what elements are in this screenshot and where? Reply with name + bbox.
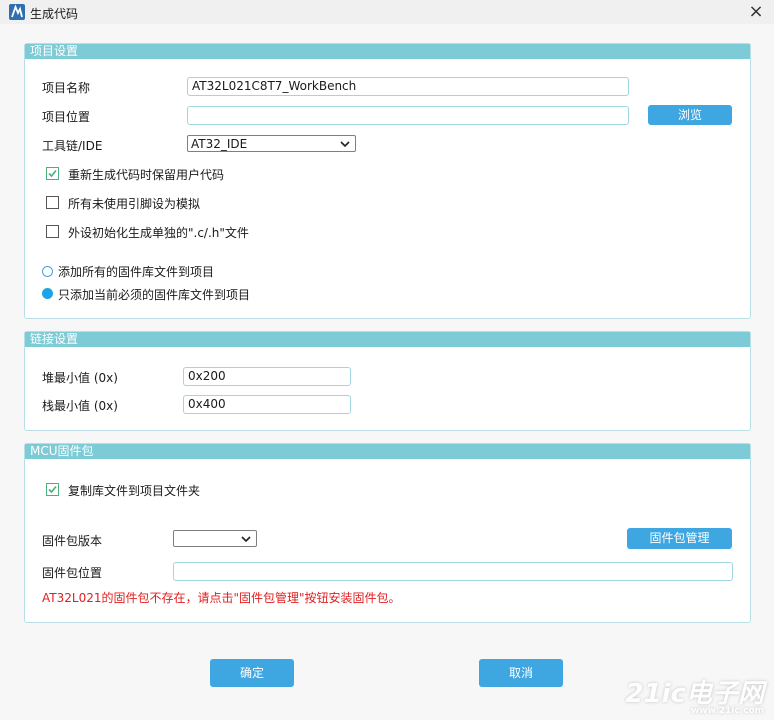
close-icon[interactable]: × bbox=[746, 2, 766, 22]
toolchain-select[interactable]: AT32_IDE bbox=[187, 135, 356, 152]
project-settings-group: 项目设置 项目名称 AT32L021C8T7_WorkBench 项目位置 浏览… bbox=[24, 43, 751, 319]
check-icon bbox=[48, 485, 57, 494]
dialog-body: 项目设置 项目名称 AT32L021C8T7_WorkBench 项目位置 浏览… bbox=[0, 24, 774, 720]
firmware-manage-button[interactable]: 固件包管理 bbox=[627, 528, 732, 549]
toolchain-value: AT32_IDE bbox=[191, 137, 248, 151]
add-all-libs-radio[interactable] bbox=[42, 266, 53, 277]
linker-settings-group: 链接设置 堆最小值 (0x) 0x200 栈最小值 (0x) 0x400 bbox=[24, 331, 751, 431]
add-required-libs-radio[interactable] bbox=[42, 288, 53, 299]
watermark-logo: 21ic电子网 www.21ic.com bbox=[625, 673, 764, 716]
copy-libs-label: 复制库文件到项目文件夹 bbox=[68, 484, 201, 498]
firmware-version-select[interactable] bbox=[173, 530, 257, 547]
separate-files-label: 外设初始化生成单独的".c/.h"文件 bbox=[68, 226, 249, 240]
window-title: 生成代码 bbox=[30, 7, 79, 21]
keep-user-code-label: 重新生成代码时保留用户代码 bbox=[68, 168, 225, 182]
app-logo-icon bbox=[9, 4, 25, 20]
project-name-label: 项目名称 bbox=[42, 81, 91, 95]
firmware-version-label: 固件包版本 bbox=[42, 534, 103, 548]
watermark-main: 21ic电子网 bbox=[625, 679, 764, 709]
unused-pins-analog-label: 所有未使用引脚设为模拟 bbox=[68, 197, 201, 211]
browse-button[interactable]: 浏览 bbox=[648, 105, 732, 125]
title-bar: 生成代码 × bbox=[0, 0, 774, 24]
unused-pins-analog-checkbox[interactable] bbox=[46, 196, 59, 209]
mcu-firmware-header: MCU固件包 bbox=[25, 444, 750, 459]
ok-button[interactable]: 确定 bbox=[210, 659, 294, 687]
heap-size-field[interactable]: 0x200 bbox=[183, 367, 351, 386]
copy-libs-checkbox[interactable] bbox=[46, 483, 59, 496]
cancel-button[interactable]: 取消 bbox=[479, 659, 563, 687]
chevron-down-icon bbox=[241, 536, 251, 543]
project-name-field[interactable]: AT32L021C8T7_WorkBench bbox=[187, 77, 629, 96]
keep-user-code-checkbox[interactable] bbox=[46, 167, 59, 180]
mcu-firmware-group: MCU固件包 复制库文件到项目文件夹 固件包版本 固件包管理 固件包位置 AT3… bbox=[24, 443, 751, 623]
stack-size-field[interactable]: 0x400 bbox=[183, 395, 351, 414]
project-location-label: 项目位置 bbox=[42, 110, 91, 124]
add-required-libs-label: 只添加当前必须的固件库文件到项目 bbox=[58, 288, 251, 302]
toolchain-label: 工具链/IDE bbox=[42, 139, 103, 153]
project-settings-header: 项目设置 bbox=[25, 44, 750, 59]
firmware-location-field[interactable] bbox=[173, 562, 733, 581]
separate-files-checkbox[interactable] bbox=[46, 225, 59, 238]
chevron-down-icon bbox=[340, 141, 350, 148]
firmware-missing-error: AT32L021的固件包不存在，请点击"固件包管理"按钮安装固件包。 bbox=[42, 591, 401, 605]
stack-size-label: 栈最小值 (0x) bbox=[42, 399, 118, 413]
add-all-libs-label: 添加所有的固件库文件到项目 bbox=[58, 265, 215, 279]
linker-settings-header: 链接设置 bbox=[25, 332, 750, 347]
project-location-field[interactable] bbox=[187, 106, 629, 125]
firmware-location-label: 固件包位置 bbox=[42, 566, 103, 580]
check-icon bbox=[48, 169, 57, 178]
heap-size-label: 堆最小值 (0x) bbox=[42, 371, 118, 385]
